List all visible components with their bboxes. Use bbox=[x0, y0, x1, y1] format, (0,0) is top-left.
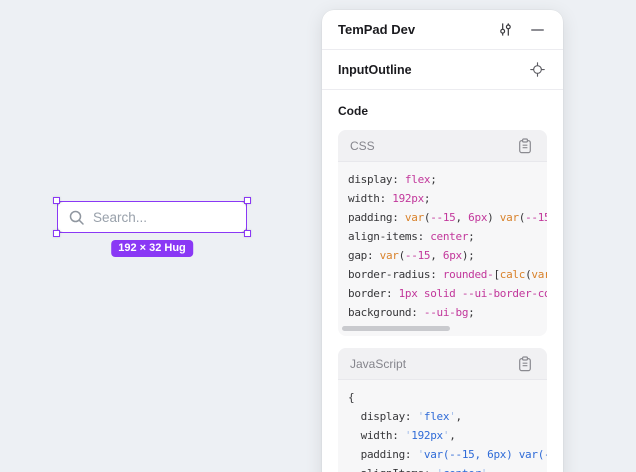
javascript-block-label: JavaScript bbox=[350, 357, 406, 371]
javascript-code-area[interactable]: { display: 'flex', width: '192px', paddi… bbox=[338, 380, 547, 472]
selected-node-name: InputOutline bbox=[338, 63, 527, 77]
panel-header: TemPad Dev bbox=[322, 10, 563, 50]
panel-title: TemPad Dev bbox=[338, 22, 495, 37]
scrollbar-thumb[interactable] bbox=[342, 326, 450, 331]
copy-clipboard-icon[interactable] bbox=[515, 136, 535, 156]
css-code-area[interactable]: display: flex;width: 192px;padding: var(… bbox=[338, 162, 547, 324]
css-block-header: CSS bbox=[338, 130, 547, 162]
selection-handle-top-right[interactable] bbox=[244, 197, 251, 204]
code-section: Code CSS display: flex;width: 192px;padd… bbox=[322, 90, 563, 472]
dimension-badge: 192 × 32 Hug bbox=[111, 240, 193, 257]
copy-clipboard-icon[interactable] bbox=[515, 354, 535, 374]
selection-handle-bottom-left[interactable] bbox=[53, 230, 60, 237]
selection-handle-bottom-right[interactable] bbox=[244, 230, 251, 237]
search-input-component[interactable]: Search... bbox=[57, 201, 247, 233]
css-code-block: CSS display: flex;width: 192px;padding: … bbox=[338, 130, 547, 336]
selected-node-row[interactable]: InputOutline bbox=[322, 50, 563, 90]
sliders-icon[interactable] bbox=[495, 20, 515, 40]
search-placeholder: Search... bbox=[93, 210, 147, 225]
minus-icon bbox=[531, 29, 544, 31]
minimize-button[interactable] bbox=[527, 20, 547, 40]
css-block-label: CSS bbox=[350, 139, 375, 153]
code-section-title: Code bbox=[338, 104, 547, 118]
search-icon bbox=[68, 209, 85, 226]
locate-target-icon[interactable] bbox=[527, 60, 547, 80]
selection-handle-top-left[interactable] bbox=[53, 197, 60, 204]
javascript-code-block: JavaScript { display: 'flex', width: '19… bbox=[338, 348, 547, 472]
tempad-dev-panel: TemPad Dev InputOutline Code bbox=[322, 10, 563, 472]
horizontal-scrollbar[interactable] bbox=[338, 324, 547, 336]
javascript-block-header: JavaScript bbox=[338, 348, 547, 380]
